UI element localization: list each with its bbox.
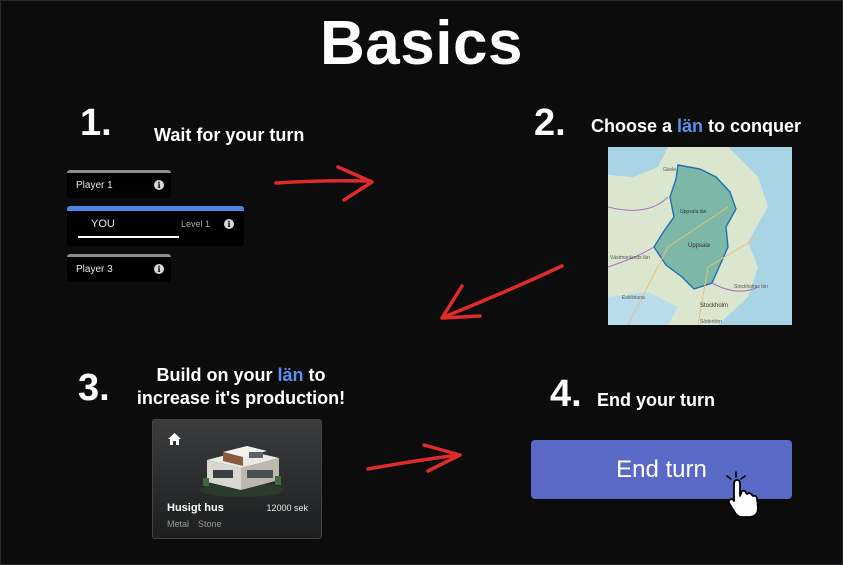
building-card[interactable]: Husigt hus 12000 sek Metal Stone (152, 419, 322, 539)
info-icon[interactable]: i (154, 264, 164, 274)
arrow-icon (440, 264, 564, 320)
material-tag: Metal (167, 519, 190, 529)
player-level: Level 1 (181, 219, 211, 229)
step-2-number: 2. (534, 102, 566, 144)
step-2-text: Choose a län to conquer (591, 116, 801, 137)
step-3-text-part: to (303, 365, 326, 385)
player-card-3: Player 3 i (67, 254, 171, 282)
map-label: Eskilstuna (622, 295, 645, 301)
player-card-bar-active (67, 206, 244, 211)
building-name: Husigt hus (167, 502, 224, 514)
map-label: Västmanlands län (610, 255, 650, 261)
player-name: YOU (91, 218, 115, 230)
step-3-text: Build on your län to increase it's produ… (124, 364, 358, 410)
player-card-you: YOU Level 1 i (67, 206, 244, 246)
step-3-number: 3. (78, 367, 110, 409)
step-1-text: Wait for your turn (154, 125, 305, 145)
map-label: Gävle (663, 167, 676, 173)
step-1-number: 1. (80, 102, 112, 144)
hand-pointer-icon (726, 471, 759, 518)
info-icon[interactable]: i (224, 219, 234, 229)
map-label: Stockholm (700, 303, 728, 309)
step-2-text-part: to conquer (703, 116, 802, 136)
region-map[interactable]: Gävle Uppsala län Uppsala Eskilstuna Sto… (608, 147, 792, 325)
building-image (200, 446, 284, 497)
map-label: Uppsala (688, 243, 711, 249)
player-card-bar (67, 170, 171, 173)
arrow-icon (366, 443, 462, 473)
page-title: Basics (320, 9, 523, 78)
map-label: Stockholms län (734, 284, 768, 290)
map-label: Uppsala län (680, 209, 707, 215)
step-3-line-1: Build on your län to (124, 364, 358, 387)
step-3-highlight: län (277, 365, 304, 385)
home-icon (168, 433, 181, 445)
step-4-text: End your turn (597, 390, 715, 410)
map-label: Södertörn (700, 319, 722, 325)
building-price: 12000 sek (266, 503, 308, 513)
step-4-number: 4. (550, 373, 582, 415)
player-name: Player 1 (76, 180, 113, 191)
end-turn-label: End turn (616, 456, 707, 483)
turn-progress-bar (78, 236, 179, 238)
player-card-1: Player 1 i (67, 170, 171, 198)
step-3-text-part: Build on your (156, 365, 278, 385)
arrow-icon (274, 165, 374, 202)
step-2-highlight: län (677, 116, 704, 136)
step-2-text-part: Choose a (591, 116, 678, 136)
material-tag: Stone (198, 519, 222, 529)
step-3-line-2: increase it's production! (136, 388, 346, 408)
player-card-bar (67, 254, 171, 257)
info-icon[interactable]: i (154, 180, 164, 190)
player-name: Player 3 (76, 264, 113, 275)
map-svg: Gävle Uppsala län Uppsala Eskilstuna Sto… (608, 147, 792, 325)
